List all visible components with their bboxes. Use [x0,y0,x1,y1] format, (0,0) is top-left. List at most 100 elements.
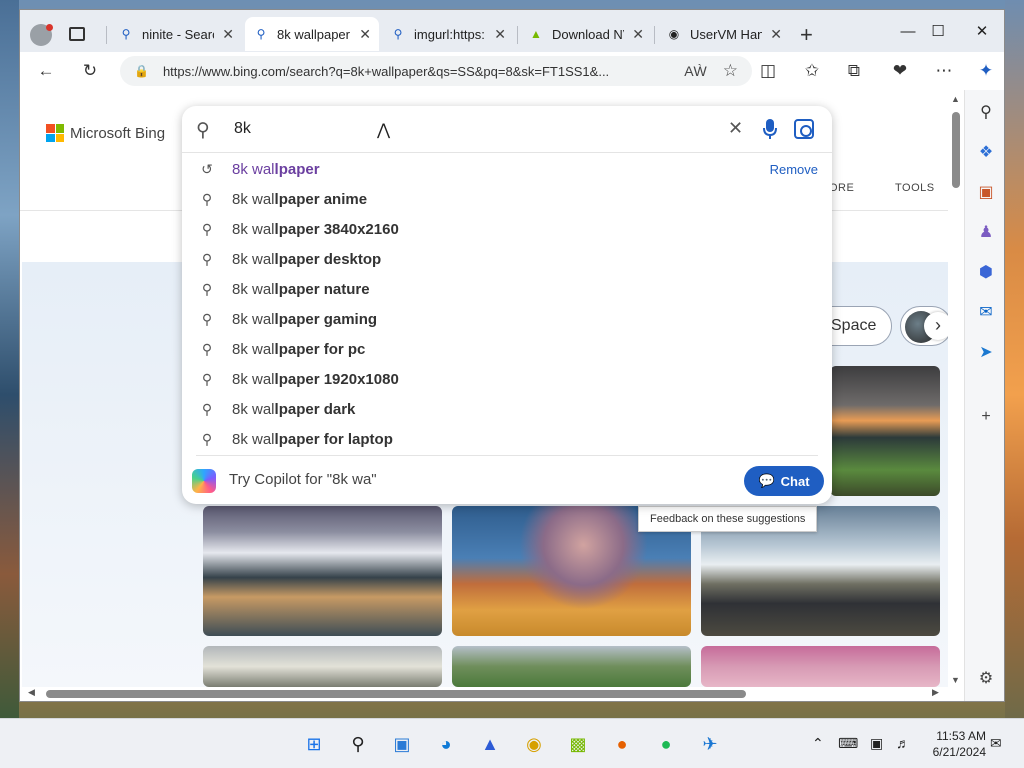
suggestion-text: 8k wallpaper gaming [232,310,378,328]
url-text: https://www.bing.com/search?q=8k+wallpap… [162,63,610,79]
volume-icon[interactable]: ♬ [896,735,910,751]
scroll-right-icon[interactable]: ▶ [932,687,939,698]
search-icon[interactable]: ⚲ [345,731,371,757]
app-icon[interactable]: ✈ [697,731,723,757]
close-tab-icon[interactable]: ✕ [222,26,234,43]
suggestion-item[interactable]: ⚲ 8k wallpaper for pc [182,334,832,364]
tab-imgurl[interactable]: ⚲ imgurl:https: ✕ [382,17,514,51]
clock[interactable]: 11:53 AM 6/21/2024 [924,728,986,760]
favorite-star-icon[interactable]: ☆ [723,61,738,81]
suggestion-item[interactable]: ⚲ 8k wallpaper 3840x2160 [182,214,832,244]
firefox-icon[interactable]: ● [609,731,635,757]
keyboard-icon[interactable]: ⌨ [838,735,858,752]
tab-actions-icon[interactable] [69,27,85,41]
nav-tools-link[interactable]: TOOLS [895,182,935,194]
tab-8k-wallpaper[interactable]: ⚲ 8k wallpaper ✕ [245,17,379,51]
remove-suggestion-link[interactable]: Remove [770,162,818,177]
copilot-icon[interactable]: ✦ [972,58,1000,84]
image-result[interactable] [701,646,940,687]
search-input[interactable]: 8k [234,120,251,138]
browser-toolbar: ← ↻ 🔒 https://www.bing.com/search?q=8k+w… [20,52,1004,90]
close-tab-icon[interactable]: ✕ [359,26,371,43]
copilot-suggestion-row[interactable]: Try Copilot for "8k wa" 💬 Chat [182,458,832,502]
search-icon: ⚲ [201,400,213,417]
image-result[interactable] [830,366,940,496]
lock-icon[interactable]: 🔒 [134,64,149,78]
horizontal-scrollbar[interactable]: ◀ ▶ [20,687,948,701]
bing-logo[interactable]: Microsoft Bing [46,124,165,142]
shopping-tag-icon[interactable]: ❖ [975,142,997,164]
vertical-scrollbar[interactable]: ▲ ▼ [948,90,964,687]
close-tab-icon[interactable]: ✕ [632,26,644,43]
feedback-tooltip[interactable]: Feedback on these suggestions [638,506,818,532]
suggestion-item[interactable]: ⚲ 8k wallpaper gaming [182,304,832,334]
back-icon[interactable]: ← [32,58,60,84]
games-icon[interactable]: ♟ [975,222,997,244]
scrollbar-thumb[interactable] [46,690,746,698]
microsoft-365-icon[interactable]: ⬢ [975,262,997,284]
tab-title: 8k wallpaper [277,26,350,42]
suggestion-item[interactable]: ⚲ 8k wallpaper desktop [182,244,832,274]
image-result[interactable] [452,646,691,687]
nvidia-icon[interactable]: ▩ [565,731,591,757]
nav-more-link[interactable]: ORE [829,182,854,194]
suggestion-item[interactable]: ⚲ 8k wallpaper nature [182,274,832,304]
search-icon: ⚲ [201,340,213,357]
edge-icon[interactable]: ◕ [433,731,459,757]
visual-search-icon[interactable] [794,119,814,139]
suggestion-item[interactable]: ⚲ 8k wallpaper dark [182,394,832,424]
image-result[interactable] [203,646,442,687]
tab-title: Download NV [552,26,625,42]
tab-download-nvidia[interactable]: ▲ Download NV ✕ [520,17,652,51]
browser-essentials-icon[interactable]: ❤ [886,58,914,84]
search-box[interactable]: ⚲ 8k ⋀ ✕ [182,106,832,153]
suggestion-item[interactable]: ⚲ 8k wallpaper anime [182,184,832,214]
close-tab-icon[interactable]: ✕ [494,26,506,43]
suggestion-item[interactable]: ↺ 8k wallpaper Remove [182,154,832,184]
maximize-button[interactable]: ☐ [918,20,958,44]
taskbar: ⊞ ⚲ ▣ ◕ ▲ ◉ ▩ ● ● ✈ ⌃ ⌨ ▣ ♬ 11:53 AM 6/2… [0,718,1024,768]
chevron-right-icon[interactable]: › [924,312,948,340]
clear-search-icon[interactable]: ✕ [728,118,743,139]
search-suggestions-dropdown: ⚲ 8k ⋀ ✕ ↺ 8k wallpaper Remove ⚲ 8k wall… [182,106,832,504]
refresh-icon[interactable]: ↻ [76,58,104,84]
suggestion-item[interactable]: ⚲ 8k wallpaper 1920x1080 [182,364,832,394]
scroll-left-icon[interactable]: ◀ [28,687,35,698]
scroll-up-icon[interactable]: ▲ [951,94,960,104]
spotify-icon[interactable]: ● [653,731,679,757]
search-icon: ⚲ [256,27,266,41]
collections-icon[interactable]: ⧉ [840,58,868,84]
chat-bubble-icon: 💬 [758,473,775,488]
browser-window: ⚲ ninite - Searc ✕ ⚲ 8k wallpaper ✕ ⚲ im… [19,9,1005,702]
tab-title: ninite - Searc [142,26,215,42]
chat-button[interactable]: 💬 Chat [744,466,824,496]
more-options-icon[interactable]: ⋯ [930,58,958,84]
app-icon[interactable]: ▣ [389,731,415,757]
search-icon[interactable]: ⚲ [975,102,997,124]
tab-uservm[interactable]: ◉ UserVM Hand ✕ [658,17,790,51]
favorites-icon[interactable]: ✩ [798,58,826,84]
settings-gear-icon[interactable]: ⚙ [975,668,997,690]
split-screen-icon[interactable]: ◫ [754,58,782,84]
chevron-up-icon[interactable]: ⌃ [812,735,824,752]
scrollbar-thumb[interactable] [952,112,960,188]
network-icon[interactable]: ▣ [870,735,883,752]
notification-icon[interactable]: ✉ [990,735,1002,752]
tab-ninite[interactable]: ⚲ ninite - Searc ✕ [110,17,242,51]
app-icon[interactable]: ▲ [477,731,503,757]
close-tab-icon[interactable]: ✕ [770,26,782,43]
start-icon[interactable]: ⊞ [301,731,327,757]
scroll-down-icon[interactable]: ▼ [951,675,960,685]
read-aloud-icon[interactable]: AẀ [684,63,707,79]
new-tab-button[interactable]: + [800,22,813,48]
address-bar[interactable]: 🔒 https://www.bing.com/search?q=8k+wallp… [120,56,752,86]
image-result[interactable] [203,506,442,636]
tools-icon[interactable]: ▣ [975,182,997,204]
microphone-icon[interactable] [762,118,778,140]
suggestion-item[interactable]: ⚲ 8k wallpaper for laptop [182,424,832,454]
add-icon[interactable]: + [975,406,997,428]
app-icon[interactable]: ◉ [521,731,547,757]
close-window-button[interactable]: ✕ [962,20,1002,44]
send-icon[interactable]: ➤ [975,342,997,364]
outlook-icon[interactable]: ✉ [975,302,997,324]
